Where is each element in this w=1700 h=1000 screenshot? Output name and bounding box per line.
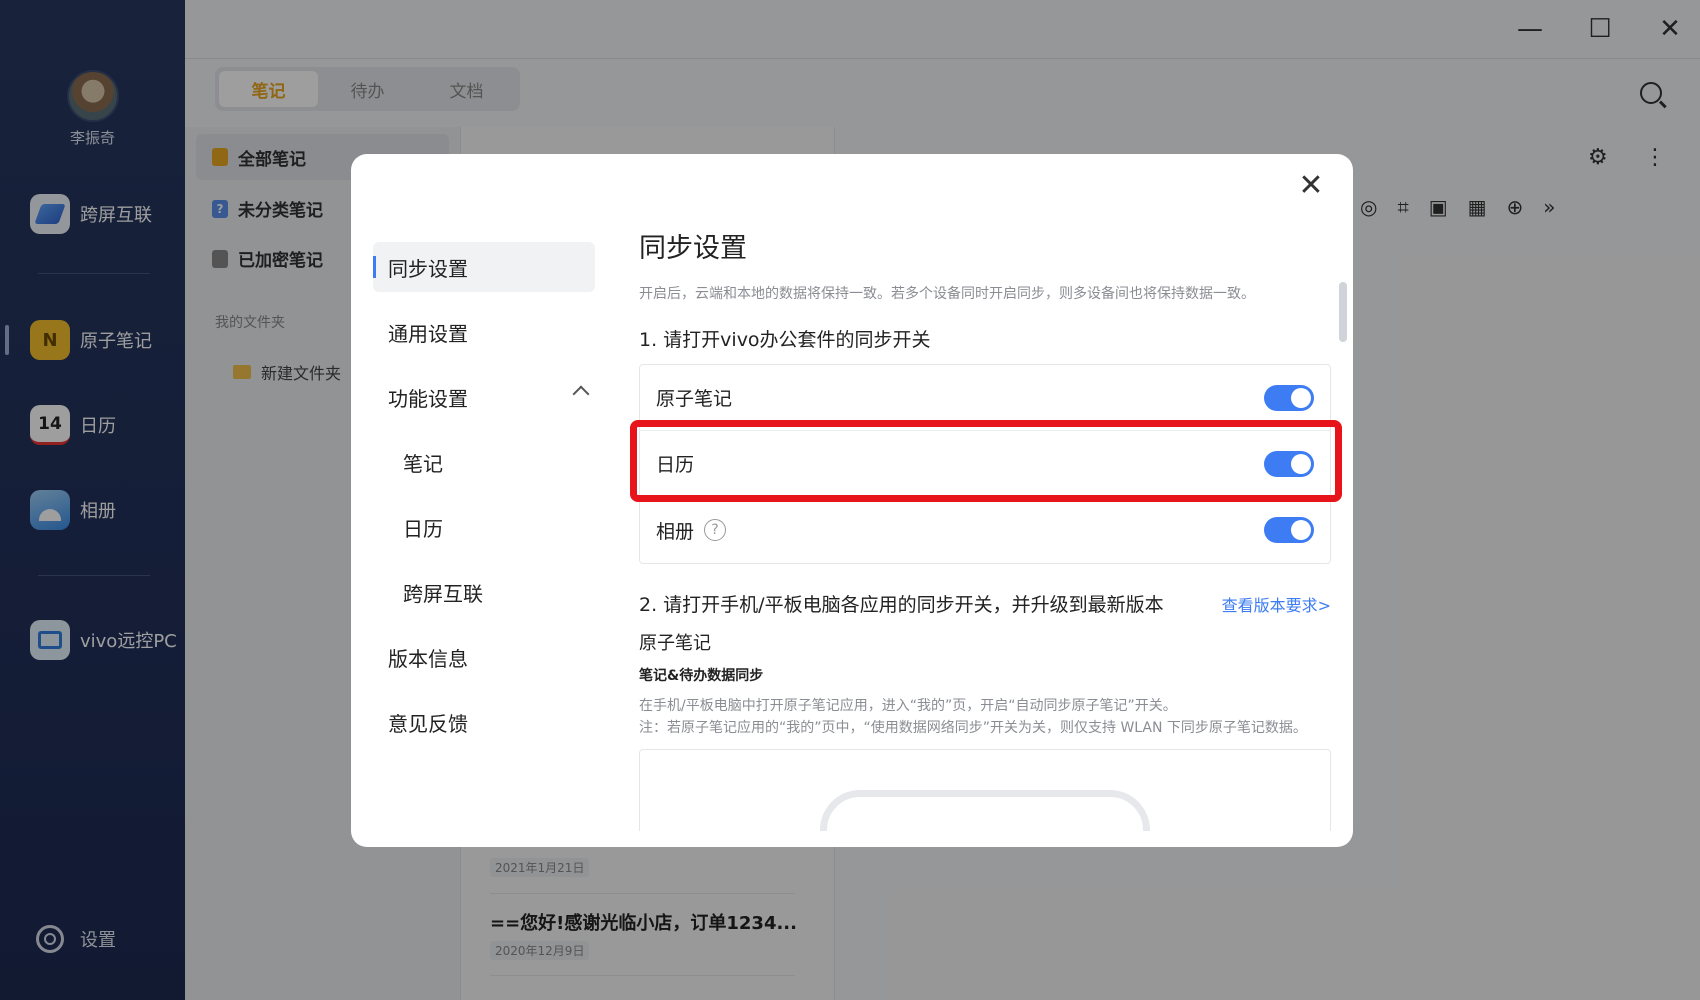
sidebar-item-notes[interactable]: 笔记 [373,437,595,487]
instruction-line: 在手机/平板电脑中打开原子笔记应用，进入“我的”页，开启“自动同步原子笔记”开关… [639,698,1177,714]
help-icon[interactable]: ? [704,519,727,541]
step-2-text: 2. 请打开手机/平板电脑各应用的同步开关，并升级到最新版本 [639,594,1164,616]
step-1-heading: 1. 请打开vivo办公套件的同步开关 [639,325,1331,352]
sidebar-item-label: 通用设置 [388,321,468,346]
sidebar-item-label: 日历 [403,516,443,541]
toggle-label: 相册 [656,520,695,543]
settings-sidebar: 同步设置 通用设置 功能设置 笔记 日历 跨屏互联 版本信息 意见反馈 [373,242,595,762]
version-requirements-link[interactable]: 查看版本要求> [1222,592,1331,616]
page-title: 同步设置 [639,233,747,264]
instruction-note: 注：若原子笔记应用的“我的”页中，“使用数据网络同步”开关为关，则仅支持 WLA… [639,720,1307,736]
highlight-box [630,420,1342,502]
sync-settings-panel: 同步设置 开启后，云端和本地的数据将保持一致。若多个设备同时开启同步，则多设备间… [639,226,1331,831]
sidebar-item-label: 笔记 [403,451,443,476]
close-icon[interactable]: ✕ [1291,166,1331,206]
sync-description: 开启后，云端和本地的数据将保持一致。若多个设备同时开启同步，则多设备间也将保持数… [639,286,1255,302]
sidebar-item-label: 意见反馈 [388,711,468,736]
toggle-row-album: 相册 ? [640,497,1330,563]
step-1-text: 1. 请打开vivo办公套件的同步开关 [639,329,931,351]
sidebar-item-sync[interactable]: 同步设置 [373,242,595,292]
sidebar-item-label: 版本信息 [388,646,468,671]
sidebar-item-label: 功能设置 [388,386,468,411]
sidebar-item-label: 同步设置 [388,256,468,281]
sidebar-item-calendar[interactable]: 日历 [373,502,595,552]
sidebar-item-features[interactable]: 功能设置 [373,372,595,422]
sidebar-item-cross-screen[interactable]: 跨屏互联 [373,567,595,617]
album-sync-toggle[interactable] [1264,517,1314,543]
app-name: 原子笔记 [639,633,711,654]
sidebar-item-version[interactable]: 版本信息 [373,632,595,682]
sub-title: 笔记&待办数据同步 [639,668,764,684]
sidebar-item-feedback[interactable]: 意见反馈 [373,697,595,747]
sidebar-item-label: 跨屏互联 [403,581,483,606]
toggle-label: 原子笔记 [656,388,733,410]
sidebar-item-general[interactable]: 通用设置 [373,307,595,357]
instruction-text: 在手机/平板电脑中打开原子笔记应用，进入“我的”页，开启“自动同步原子笔记”开关… [639,695,1331,739]
phone-illustration [820,790,1150,831]
scrollbar[interactable] [1339,282,1347,342]
chevron-up-icon [572,385,590,403]
instruction-image [639,749,1331,831]
step-2-heading: 2. 请打开手机/平板电脑各应用的同步开关，并升级到最新版本 查看版本要求> [639,590,1331,617]
atom-notes-sync-toggle[interactable] [1264,384,1314,411]
